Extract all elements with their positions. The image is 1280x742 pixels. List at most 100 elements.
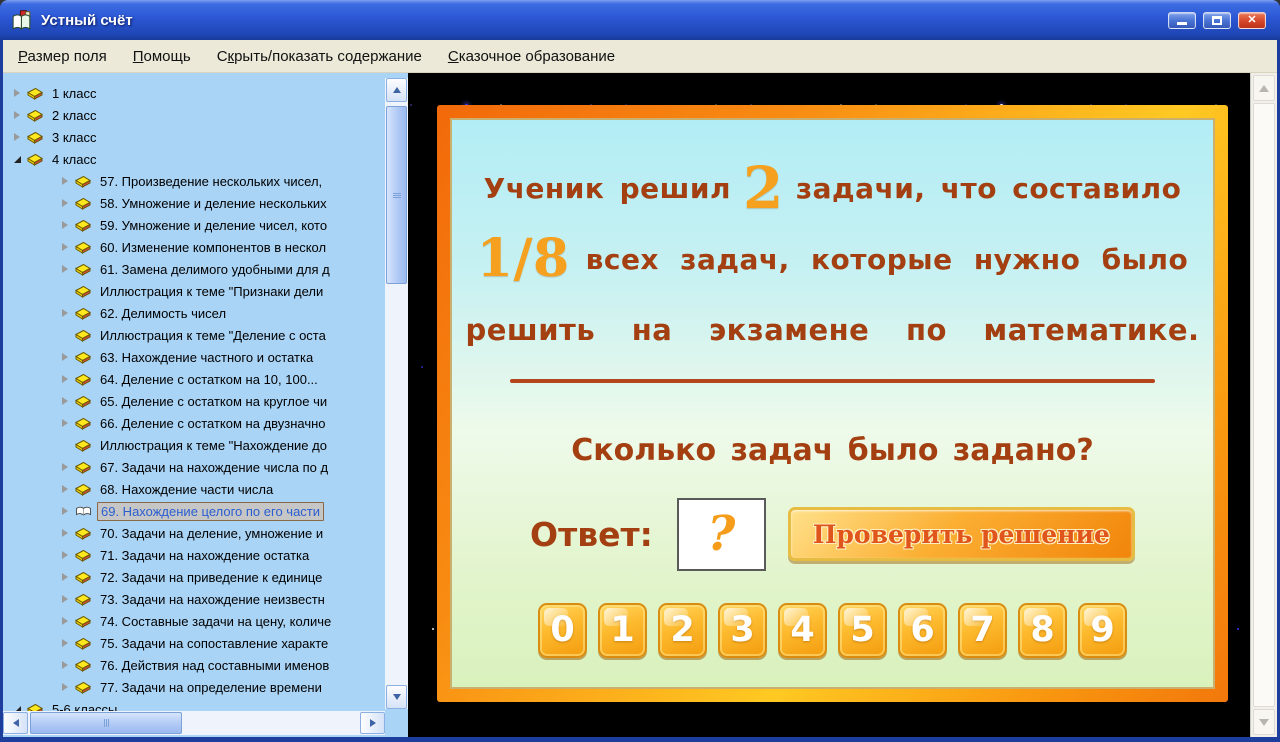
tree-item-label: 68. Нахождение части числа xyxy=(97,481,276,498)
tree-item[interactable]: 58. Умножение и деление нескольких xyxy=(3,192,385,214)
expand-arrow-icon[interactable] xyxy=(58,221,72,229)
expand-arrow-icon[interactable] xyxy=(10,111,24,119)
tree-item[interactable]: Иллюстрация к теме "Деление с оста xyxy=(3,324,385,346)
scroll-up-button[interactable] xyxy=(1253,75,1275,101)
window-controls: ✕ xyxy=(1161,12,1266,29)
menu-item-3[interactable]: Скрыть/показать содержание xyxy=(204,43,435,70)
tree-item[interactable]: 67. Задачи на нахождение числа по д xyxy=(3,456,385,478)
menu-item-4[interactable]: Сказочное образование xyxy=(435,43,628,70)
expand-arrow-icon[interactable] xyxy=(10,133,24,141)
check-solution-button[interactable]: Проверить решение xyxy=(788,507,1135,561)
question-text: Сколько задач было задано? xyxy=(571,433,1094,468)
expand-arrow-icon[interactable] xyxy=(58,485,72,493)
book-icon xyxy=(75,241,92,254)
tree-item[interactable]: 70. Задачи на деление, умножение и xyxy=(3,522,385,544)
tree-item[interactable]: 69. Нахождение целого по его части xyxy=(3,500,385,522)
number-key-4[interactable]: 4 xyxy=(778,603,827,658)
number-key-2[interactable]: 2 xyxy=(658,603,707,658)
problem-line-1: Ученик решил 2 задачи, что составило xyxy=(484,162,1182,214)
tree-item[interactable]: 68. Нахождение части числа xyxy=(3,478,385,500)
expand-arrow-icon[interactable] xyxy=(58,265,72,273)
number-key-7[interactable]: 7 xyxy=(958,603,1007,658)
tree-item-label: 57. Произведение нескольких чисел, xyxy=(97,173,325,190)
scroll-up-button[interactable] xyxy=(386,78,407,102)
number-key-6[interactable]: 6 xyxy=(898,603,947,658)
expand-arrow-icon[interactable] xyxy=(58,199,72,207)
tree-item[interactable]: 76. Действия над составными именов xyxy=(3,654,385,676)
tree-item[interactable]: Иллюстрация к теме "Признаки дели xyxy=(3,280,385,302)
answer-box[interactable]: ? xyxy=(677,498,766,571)
stage-vertical-scrollbar[interactable] xyxy=(1250,73,1277,737)
expand-arrow-icon[interactable] xyxy=(58,573,72,581)
number-key-5[interactable]: 5 xyxy=(838,603,887,658)
tree-item[interactable]: 74. Составные задачи на цену, количе xyxy=(3,610,385,632)
expand-arrow-icon[interactable] xyxy=(58,177,72,185)
scroll-down-button[interactable] xyxy=(386,685,407,709)
book-icon xyxy=(75,483,92,496)
expand-arrow-icon[interactable] xyxy=(58,463,72,471)
tree-horizontal-scrollbar[interactable] xyxy=(3,711,385,735)
number-key-1[interactable]: 1 xyxy=(598,603,647,658)
tree-item[interactable]: 61. Замена делимого удобными для д xyxy=(3,258,385,280)
expand-arrow-icon[interactable] xyxy=(58,595,72,603)
tree-item[interactable]: 62. Делимость чисел xyxy=(3,302,385,324)
number-key-9[interactable]: 9 xyxy=(1078,603,1127,658)
tree-item-label: 61. Замена делимого удобными для д xyxy=(97,261,333,278)
expand-arrow-icon[interactable] xyxy=(58,617,72,625)
expand-arrow-icon[interactable] xyxy=(58,353,72,361)
menu-item-2[interactable]: Помощь xyxy=(120,43,204,70)
tree-list: 1 класс2 класс3 класс 4 класс 57. Произвед… xyxy=(3,73,385,713)
scroll-right-button[interactable] xyxy=(360,712,385,734)
tree-item[interactable]: Иллюстрация к теме "Нахождение до xyxy=(3,434,385,456)
tree-item[interactable]: 59. Умножение и деление чисел, кото xyxy=(3,214,385,236)
tree-item-label: 75. Задачи на сопоставление характе xyxy=(97,635,331,652)
number-key-0[interactable]: 0 xyxy=(538,603,587,658)
tree-item[interactable]: 4 класс xyxy=(3,148,385,170)
expand-arrow-icon[interactable] xyxy=(58,683,72,691)
tree-item[interactable]: 1 класс xyxy=(3,82,385,104)
expand-arrow-icon[interactable] xyxy=(58,551,72,559)
tree-item[interactable]: 72. Задачи на приведение к единице xyxy=(3,566,385,588)
expand-arrow-icon[interactable] xyxy=(58,243,72,251)
scroll-left-button[interactable] xyxy=(3,712,28,734)
app-window: Устный счёт ✕ Размер поляПомощьСкрыть/по… xyxy=(0,0,1280,742)
horizontal-scroll-thumb[interactable] xyxy=(30,712,182,734)
collapse-arrow-icon[interactable] xyxy=(10,156,24,163)
expand-arrow-icon[interactable] xyxy=(58,375,72,383)
close-button[interactable]: ✕ xyxy=(1238,12,1266,29)
vertical-scroll-thumb[interactable] xyxy=(1253,103,1275,707)
maximize-button[interactable] xyxy=(1203,12,1231,29)
tree-item[interactable]: 57. Произведение нескольких чисел, xyxy=(3,170,385,192)
expand-arrow-icon[interactable] xyxy=(58,309,72,317)
star-dot xyxy=(432,628,434,630)
expand-arrow-icon[interactable] xyxy=(58,397,72,405)
tree-item[interactable]: 71. Задачи на нахождение остатка xyxy=(3,544,385,566)
expand-arrow-icon[interactable] xyxy=(58,529,72,537)
tree-item[interactable]: 2 класс xyxy=(3,104,385,126)
tree-item[interactable]: 60. Изменение компонентов в нескол xyxy=(3,236,385,258)
tree-item[interactable]: 64. Деление с остатком на 10, 100... xyxy=(3,368,385,390)
scroll-down-button[interactable] xyxy=(1253,709,1275,735)
tree-item[interactable]: 75. Задачи на сопоставление характе xyxy=(3,632,385,654)
number-key-3[interactable]: 3 xyxy=(718,603,767,658)
tree-item[interactable]: 65. Деление с остатком на круглое чи xyxy=(3,390,385,412)
menu-item-1[interactable]: Размер поля xyxy=(5,43,120,70)
tree-item[interactable]: 77. Задачи на определение времени xyxy=(3,676,385,698)
minimize-button[interactable] xyxy=(1168,12,1196,29)
expand-arrow-icon[interactable] xyxy=(58,661,72,669)
vertical-scroll-thumb[interactable] xyxy=(386,106,407,284)
arrow-up-icon xyxy=(393,87,401,93)
expand-arrow-icon[interactable] xyxy=(58,507,72,515)
number-key-8[interactable]: 8 xyxy=(1018,603,1067,658)
expand-arrow-icon[interactable] xyxy=(58,639,72,647)
book-icon xyxy=(75,593,92,606)
tree-item[interactable]: 63. Нахождение частного и остатка xyxy=(3,346,385,368)
tree-item[interactable]: 73. Задачи на нахождение неизвестн xyxy=(3,588,385,610)
tree-item[interactable]: 3 класс xyxy=(3,126,385,148)
tree-item-label: 4 класс xyxy=(49,151,100,168)
book-icon xyxy=(75,461,92,474)
tree-item[interactable]: 66. Деление с остатком на двузначно xyxy=(3,412,385,434)
expand-arrow-icon[interactable] xyxy=(58,419,72,427)
expand-arrow-icon[interactable] xyxy=(10,89,24,97)
tree-vertical-scrollbar[interactable] xyxy=(385,78,408,709)
